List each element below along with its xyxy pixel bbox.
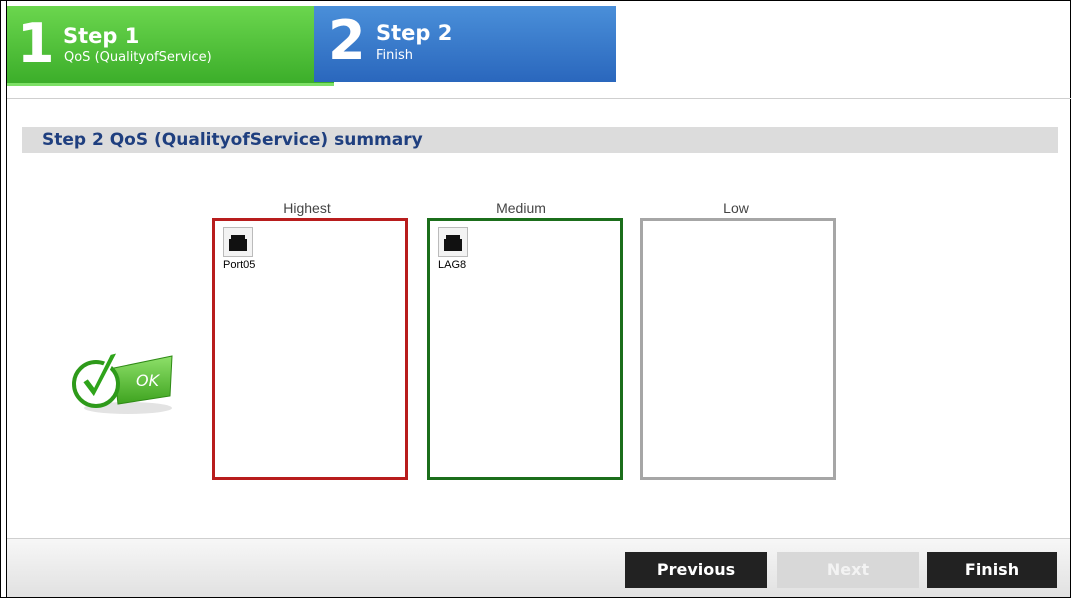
summary-header: Step 2 QoS (QualityofService) summary xyxy=(22,127,1058,153)
ok-check-icon: OK xyxy=(66,346,176,420)
step-1-number: 1 xyxy=(17,12,55,75)
queue-box-medium[interactable]: LAG8 xyxy=(427,218,623,480)
queue-label-medium: Medium xyxy=(496,200,546,216)
step-1-title: Step 1 xyxy=(63,24,140,48)
wizard-footer: Previous Next Finish xyxy=(7,538,1070,597)
left-border xyxy=(6,0,7,598)
port-item[interactable]: Port05 xyxy=(223,227,263,271)
step-2-subtitle: Finish xyxy=(376,48,414,63)
summary-title: Step 2 QoS (QualityofService) summary xyxy=(42,130,423,150)
ethernet-port-icon xyxy=(438,227,468,257)
port-name: Port05 xyxy=(223,259,256,271)
step-2-title: Step 2 xyxy=(376,21,453,45)
previous-button[interactable]: Previous xyxy=(625,552,767,588)
ethernet-port-icon xyxy=(223,227,253,257)
queue-box-highest[interactable]: Port05 xyxy=(212,218,408,480)
queue-label-low: Low xyxy=(723,200,749,216)
header-divider xyxy=(7,98,1071,99)
step-2-tab[interactable]: 2 Step 2 Finish xyxy=(314,6,616,82)
ok-label: OK xyxy=(136,371,161,390)
step-2-number: 2 xyxy=(328,9,366,72)
port-item[interactable]: LAG8 xyxy=(438,227,478,271)
port-name: LAG8 xyxy=(438,259,467,271)
step-1-tab[interactable]: 1 Step 1 QoS (QualityofService) xyxy=(7,6,334,86)
queue-label-highest: Highest xyxy=(283,200,331,216)
step-1-subtitle: QoS (QualityofService) xyxy=(64,50,212,65)
finish-button[interactable]: Finish xyxy=(927,552,1057,588)
next-button[interactable]: Next xyxy=(777,552,919,588)
queue-box-low[interactable] xyxy=(640,218,836,480)
